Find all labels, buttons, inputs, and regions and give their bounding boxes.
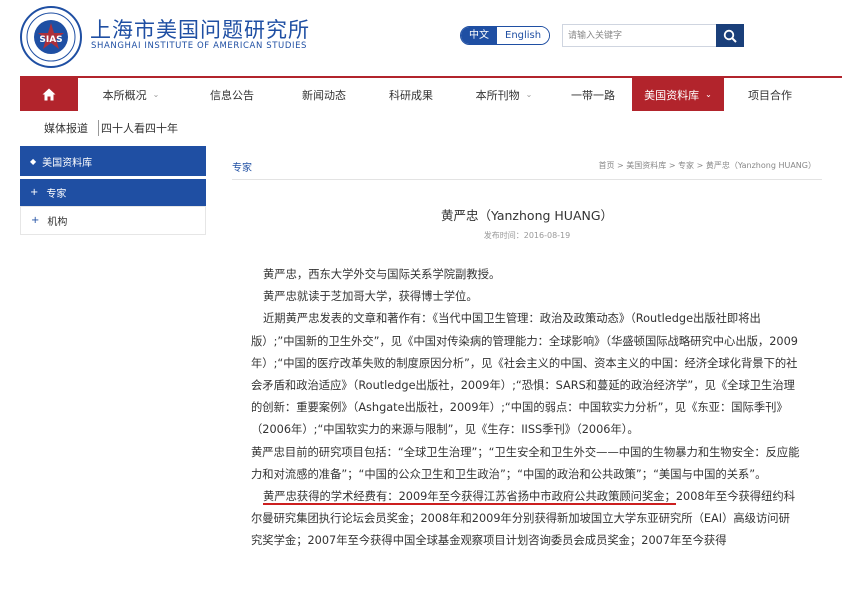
highlighted-text: 黄严忠获得的学术经费有：2009年至今获得江苏省扬中市政府公共政策顾问奖金； — [263, 490, 676, 506]
sidebar-title: ◆ 美国资料库 — [20, 146, 206, 176]
language-switch: 中文 English — [460, 26, 551, 45]
site-title-cn[interactable]: 上海市美国问题研究所 — [90, 14, 310, 44]
chevron-down-icon: ⌄ — [705, 90, 712, 99]
article-title: 黄严忠（Yanzhong HUANG） — [440, 208, 614, 223]
diamond-icon: ◆ — [30, 156, 37, 166]
lang-english[interactable]: English — [497, 27, 550, 44]
sidebar: ◆ 美国资料库 + 专家 + 机构 — [20, 146, 206, 235]
paragraph: 黄严忠，西东大学外交与国际关系学院副教授。 — [263, 268, 501, 281]
lang-chinese[interactable]: 中文 — [461, 27, 497, 44]
plus-icon: + — [30, 187, 39, 198]
chevron-down-icon: ⌄ — [152, 90, 160, 99]
nav-cooperation[interactable]: 项目合作 — [724, 78, 816, 111]
main-content: 专家 首页 > 美国资料库 > 专家 > 黄严忠（Yanzhong HUANG）… — [232, 146, 822, 240]
nav-home[interactable] — [20, 78, 78, 111]
paragraph: 黄严忠目前的研究项目包括：“全球卫生治理”；“卫生安全和卫生外交——中国的生物暴… — [251, 445, 800, 481]
paragraph: 黄严忠就读于芝加哥大学，获得博士学位。 — [263, 290, 478, 304]
plus-icon: + — [31, 215, 40, 226]
nav-database[interactable]: 美国资料库 ⌄ — [632, 78, 724, 111]
paragraph: 近期黄严忠发表的文章和著作有：《当代中国卫生管理：政治及政策动态》（Routle… — [251, 312, 798, 437]
nav-notices[interactable]: 信息公告 — [184, 78, 280, 111]
svg-text:SIAS: SIAS — [39, 35, 62, 45]
nav-publications[interactable]: 本所刊物 ⌄ — [454, 78, 554, 111]
article-body: 黄严忠，西东大学外交与国际关系学院副教授。 黄严忠就读于芝加哥大学，获得博士学位… — [251, 264, 801, 553]
subnav-forty[interactable]: 四十人看四十年 — [98, 120, 178, 136]
home-icon — [42, 88, 56, 101]
search-button[interactable] — [716, 24, 744, 47]
site-title-en[interactable]: SHANGHAI INSTITUTE OF AMERICAN STUDIES — [91, 41, 307, 51]
site-header: SIAS 上海市美国问题研究所 SHANGHAI INSTITUTE OF AM… — [0, 0, 842, 76]
sidebar-item-experts[interactable]: + 专家 — [20, 179, 206, 207]
breadcrumb[interactable]: 首页 > 美国资料库 > 专家 > 黄严忠（Yanzhong HUANG） — [598, 160, 816, 171]
content-header: 专家 首页 > 美国资料库 > 专家 > 黄严忠（Yanzhong HUANG） — [232, 146, 822, 180]
sidebar-item-institutions[interactable]: + 机构 — [20, 207, 206, 235]
nav-about[interactable]: 本所概况 ⌄ — [78, 78, 184, 111]
chevron-down-icon: ⌄ — [525, 90, 533, 99]
publish-date: 发布时间：2016-08-19 — [483, 231, 571, 240]
main-nav: 本所概况 ⌄ 信息公告 新闻动态 科研成果 本所刊物 ⌄ 一带一路 美国资料库 ⌄ 项… — [20, 76, 842, 111]
search-input[interactable] — [562, 24, 717, 47]
search-box — [562, 24, 744, 47]
nav-belt-road[interactable]: 一带一路 — [554, 78, 632, 111]
paragraph-funding: 黄严忠获得的学术经费有：2009年至今获得江苏省扬中市政府公共政策顾问奖金；20… — [251, 486, 801, 553]
nav-research[interactable]: 科研成果 — [368, 78, 454, 111]
nav-news[interactable]: 新闻动态 — [280, 78, 368, 111]
sias-seal-logo[interactable]: SIAS — [20, 6, 82, 68]
subnav-media[interactable]: 媒体报道 — [44, 120, 88, 136]
search-icon — [723, 29, 737, 43]
section-title: 专家 — [232, 163, 252, 174]
database-subnav: 媒体报道 四十人看四十年 — [44, 120, 178, 136]
